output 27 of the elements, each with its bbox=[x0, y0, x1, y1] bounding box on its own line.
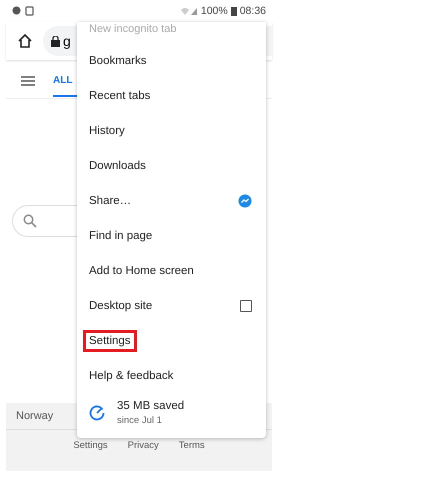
speedometer-icon bbox=[89, 405, 105, 421]
menu-icon[interactable] bbox=[21, 76, 35, 86]
menu-item[interactable]: Recent tabs bbox=[83, 84, 156, 106]
battery-icon bbox=[230, 6, 237, 16]
messenger-icon[interactable] bbox=[238, 194, 252, 208]
footer-link[interactable]: Privacy bbox=[128, 440, 159, 451]
menu-item[interactable]: Bookmarks bbox=[83, 50, 153, 72]
home-icon[interactable] bbox=[17, 33, 33, 49]
signal-icon bbox=[180, 6, 198, 16]
menu-item[interactable]: Downloads bbox=[83, 154, 152, 176]
data-saved-subtitle: since Jul 1 bbox=[117, 415, 163, 426]
footer-link[interactable]: Settings bbox=[73, 440, 108, 451]
menu-item[interactable]: Add to Home screen bbox=[83, 260, 200, 282]
menu-item[interactable]: Help & feedback bbox=[83, 364, 180, 386]
menu-item[interactable]: History bbox=[83, 120, 131, 142]
battery-percent: 100% bbox=[200, 5, 228, 17]
menu-item[interactable]: Settings bbox=[83, 330, 137, 352]
checkbox[interactable] bbox=[240, 300, 252, 312]
data-saved-label[interactable]: 35 MB saved bbox=[117, 400, 184, 412]
footer-link[interactable]: Terms bbox=[178, 440, 205, 451]
search-icon bbox=[23, 214, 37, 228]
clock: 08:36 bbox=[240, 5, 266, 17]
lock-icon bbox=[51, 36, 60, 46]
menu-item[interactable]: Desktop site bbox=[83, 294, 158, 316]
menu-item[interactable]: Find in page bbox=[83, 224, 158, 246]
menu-item[interactable]: Share… bbox=[83, 190, 138, 212]
country-label: Norway bbox=[16, 410, 54, 422]
